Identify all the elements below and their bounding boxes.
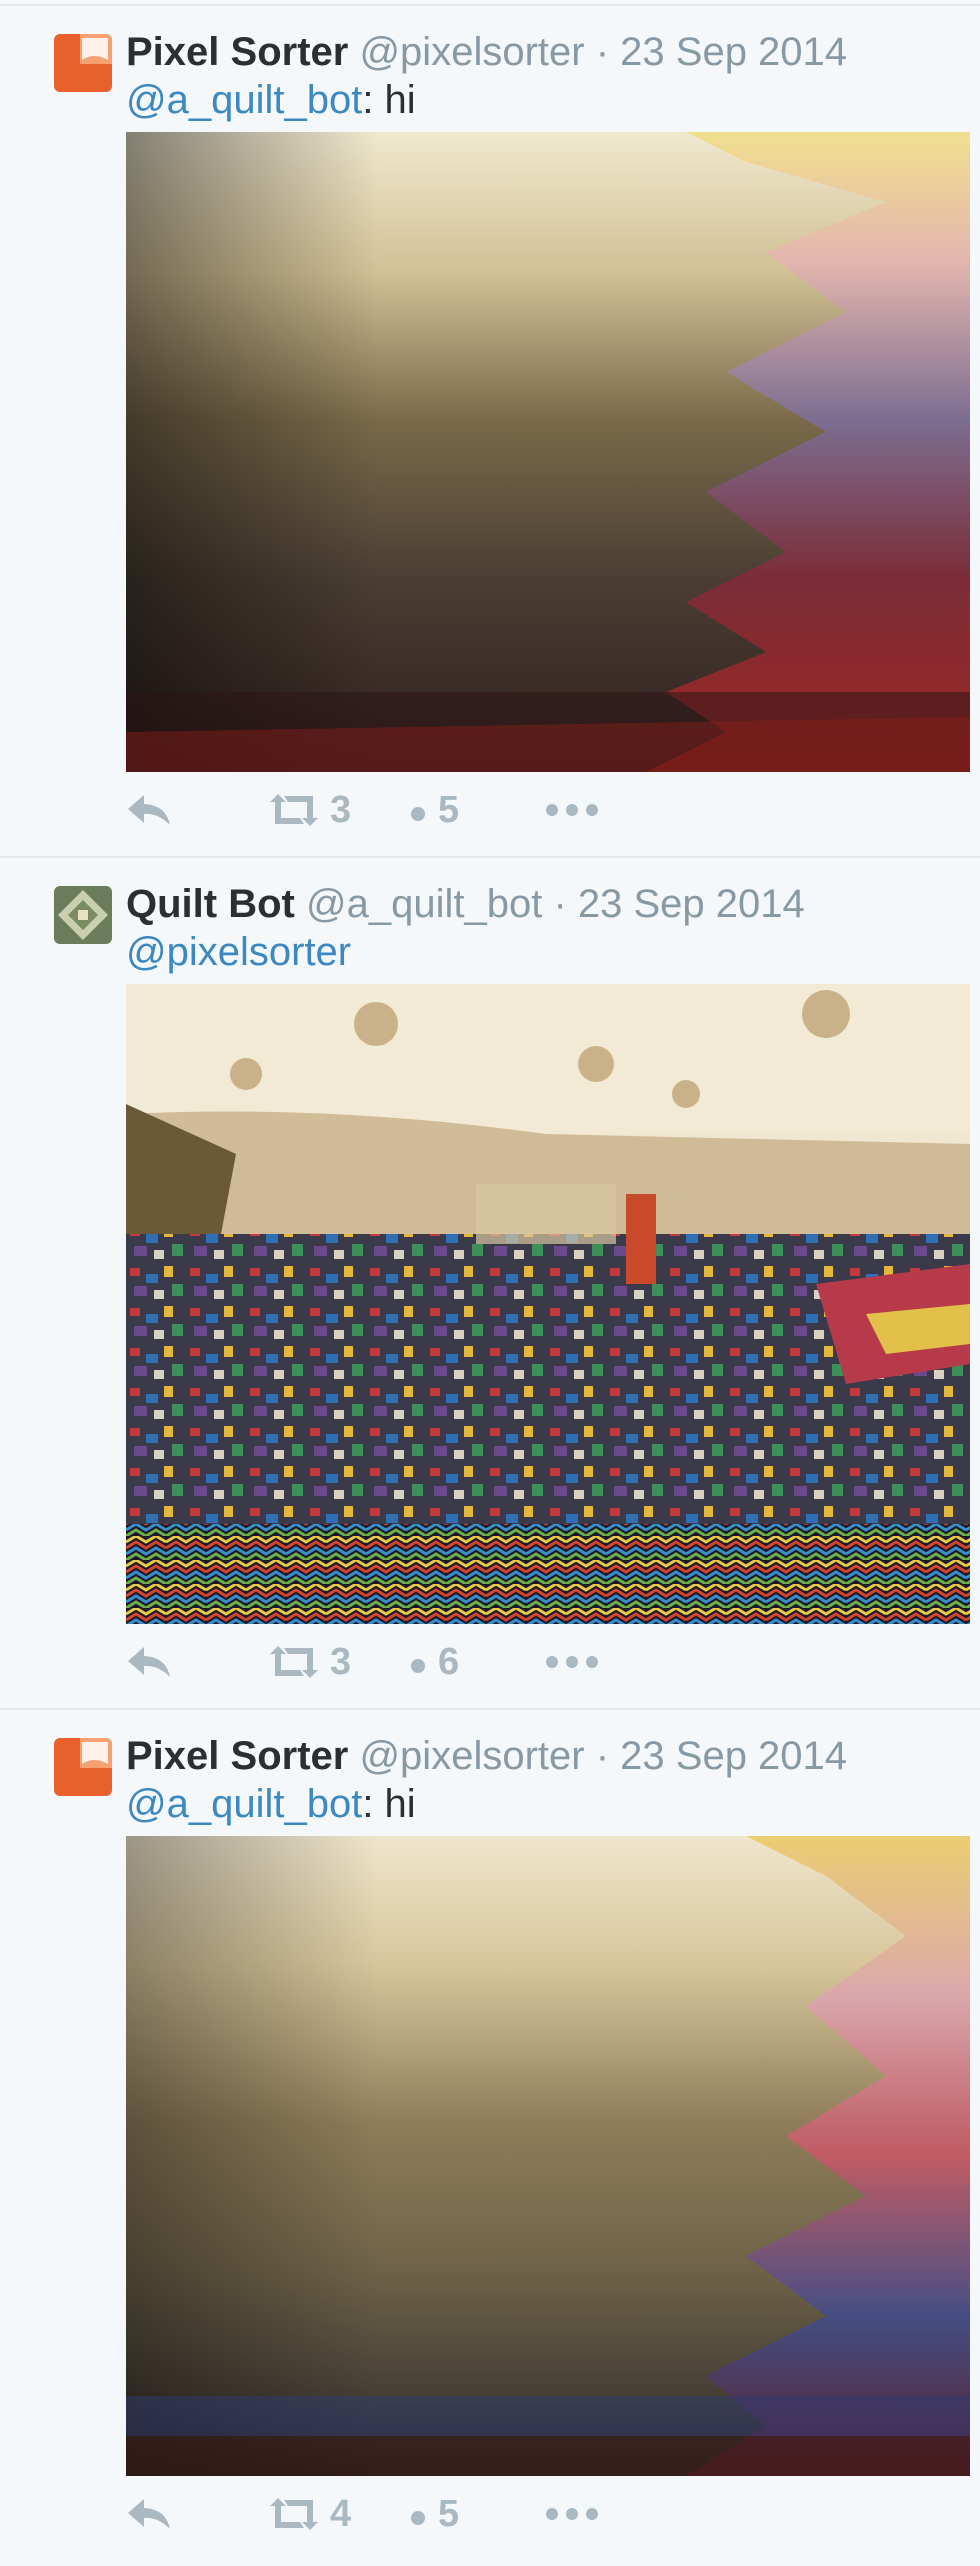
- user-handle[interactable]: @pixelsorter: [359, 30, 584, 74]
- tweet[interactable]: Quilt Bot @a_quilt_bot · 23 Sep 2014 @pi…: [0, 856, 980, 1708]
- retweet-button[interactable]: 4: [266, 2493, 406, 2536]
- tweet-actions: 3 6: [126, 1636, 600, 1688]
- retweet-count: 4: [330, 2492, 352, 2535]
- display-name[interactable]: Quilt Bot: [126, 882, 295, 926]
- star-icon: [411, 1659, 425, 1673]
- retweet-button[interactable]: 3: [266, 789, 406, 832]
- star-icon: [411, 807, 425, 821]
- mention-link[interactable]: @pixelsorter: [126, 930, 351, 974]
- reply-button[interactable]: [126, 1645, 266, 1679]
- mention-link[interactable]: @a_quilt_bot: [126, 78, 362, 122]
- more-icon: [546, 804, 598, 816]
- tweet-actions: 3 5: [126, 784, 600, 836]
- more-button[interactable]: [544, 1655, 600, 1669]
- retweet-button[interactable]: 3: [266, 1641, 406, 1684]
- tweet-media[interactable]: [126, 984, 970, 1624]
- reply-icon: [128, 795, 170, 825]
- more-icon: [546, 1656, 598, 1668]
- tweet-media[interactable]: [126, 1836, 970, 2476]
- retweet-count: 3: [330, 1640, 352, 1683]
- tweet-date[interactable]: 23 Sep 2014: [578, 882, 805, 926]
- more-button[interactable]: [544, 803, 600, 817]
- like-button[interactable]: 6: [406, 1641, 544, 1684]
- more-button[interactable]: [544, 2507, 600, 2521]
- mention-link[interactable]: @a_quilt_bot: [126, 1782, 362, 1826]
- separator-dot: ·: [595, 30, 610, 74]
- star-icon: [411, 2511, 425, 2525]
- user-handle[interactable]: @pixelsorter: [359, 1734, 584, 1778]
- retweet-count: 3: [330, 788, 352, 831]
- like-count: 5: [438, 788, 460, 831]
- display-name[interactable]: Pixel Sorter: [126, 30, 348, 74]
- separator-dot: ·: [595, 1734, 610, 1778]
- reply-icon: [128, 2499, 170, 2529]
- separator-dot: ·: [553, 882, 567, 926]
- avatar[interactable]: [54, 1738, 112, 1796]
- retweet-icon: [270, 1646, 318, 1678]
- avatar[interactable]: [54, 34, 112, 92]
- tweet[interactable]: Pixel Sorter @pixelsorter · 23 Sep 2014 …: [0, 1708, 980, 2560]
- like-button[interactable]: 5: [406, 2493, 544, 2536]
- retweet-icon: [270, 2498, 318, 2530]
- reply-icon: [128, 1647, 170, 1677]
- tweet[interactable]: Pixel Sorter @pixelsorter · 23 Sep 2014 …: [0, 4, 980, 856]
- reply-button[interactable]: [126, 793, 266, 827]
- tweet-media[interactable]: [126, 132, 970, 772]
- user-handle[interactable]: @a_quilt_bot: [306, 882, 542, 926]
- tweet-header: Quilt Bot @a_quilt_bot · 23 Sep 2014: [126, 880, 805, 928]
- tweet-body: : hi: [362, 1782, 416, 1826]
- tweet-date[interactable]: 23 Sep 2014: [620, 30, 847, 74]
- tweet-header: Pixel Sorter @pixelsorter · 23 Sep 2014: [126, 28, 847, 76]
- reply-button[interactable]: [126, 2497, 266, 2531]
- like-count: 6: [438, 1640, 460, 1683]
- tweet-body: : hi: [362, 78, 416, 122]
- display-name[interactable]: Pixel Sorter: [126, 1734, 348, 1778]
- tweet-text: @a_quilt_bot: hi: [126, 1780, 416, 1828]
- avatar[interactable]: [54, 886, 112, 944]
- tweet-actions: 4 5: [126, 2488, 600, 2540]
- tweet-header: Pixel Sorter @pixelsorter · 23 Sep 2014: [126, 1732, 847, 1780]
- like-count: 5: [438, 2492, 460, 2535]
- tweet-text: @pixelsorter: [126, 928, 351, 976]
- timeline: Pixel Sorter @pixelsorter · 23 Sep 2014 …: [0, 0, 980, 2566]
- tweet-date[interactable]: 23 Sep 2014: [620, 1734, 847, 1778]
- tweet-text: @a_quilt_bot: hi: [126, 76, 416, 124]
- more-icon: [546, 2508, 598, 2520]
- retweet-icon: [270, 794, 318, 826]
- like-button[interactable]: 5: [406, 789, 544, 832]
